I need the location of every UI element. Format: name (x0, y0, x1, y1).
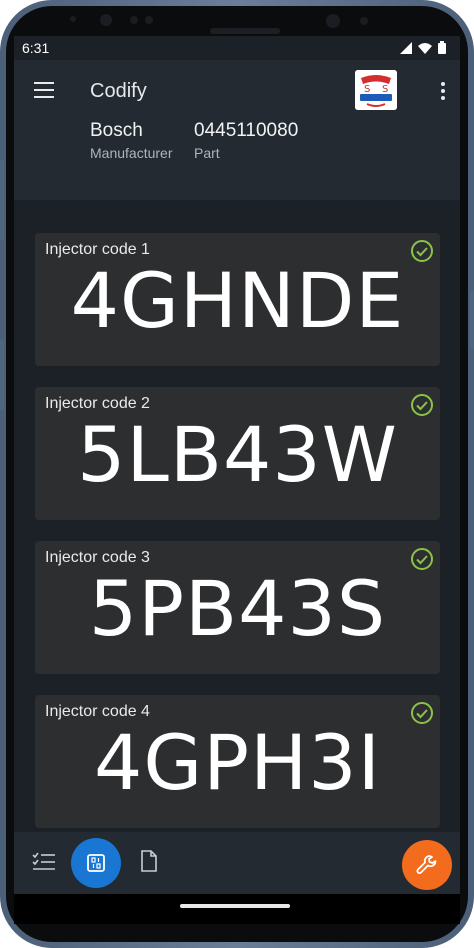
sensor-dot (130, 16, 138, 24)
more-vert-icon[interactable] (440, 82, 446, 102)
status-bar: 6:31 (14, 36, 460, 60)
status-time: 6:31 (22, 40, 50, 56)
part-label: Part (194, 145, 220, 161)
injector-card-1[interactable]: Injector code 1 4GHNDE (35, 233, 440, 366)
injector-code: 5LB43W (77, 410, 398, 499)
front-camera (100, 14, 112, 26)
injector-code-list: Injector code 1 4GHNDE Injector code 2 5… (14, 200, 460, 832)
part-value: 0445110080 (194, 120, 299, 141)
check-circle-icon (411, 240, 433, 262)
injector-code: 5PB43S (88, 564, 387, 653)
chip-icon (87, 854, 105, 872)
sensor-dot (360, 17, 368, 25)
check-circle-icon (411, 394, 433, 416)
signal-icon (400, 41, 412, 54)
battery-icon (438, 41, 446, 54)
injector-code: 4GPH3I (94, 718, 381, 807)
brand-logo: S S (355, 70, 397, 110)
injector-card-2[interactable]: Injector code 2 5LB43W (35, 387, 440, 520)
checklist-icon[interactable] (32, 852, 56, 872)
svg-text:S: S (382, 84, 388, 95)
document-icon[interactable] (140, 850, 158, 872)
manufacturer-label: Manufacturer (90, 145, 173, 161)
volume-button (0, 160, 4, 240)
check-circle-icon (411, 702, 433, 724)
codes-fab-button[interactable] (71, 838, 121, 888)
volume-down-button (0, 340, 4, 410)
injector-code: 4GHNDE (70, 256, 405, 345)
power-button (470, 290, 474, 350)
earpiece-speaker (210, 28, 280, 34)
svg-text:S: S (364, 84, 370, 95)
wrench-fab-button[interactable] (402, 840, 452, 890)
check-circle-icon (411, 548, 433, 570)
injector-card-4[interactable]: Injector code 4 4GPH3I (35, 695, 440, 828)
secondary-camera (326, 14, 340, 28)
sensor-dot (70, 16, 76, 22)
app-screen: 6:31 Codify S S Bosch Manufacturer 04451… (14, 36, 460, 894)
app-title: Codify (90, 80, 147, 102)
wifi-icon (418, 42, 432, 54)
bottom-app-bar (14, 832, 460, 894)
manufacturer-value: Bosch (90, 120, 143, 141)
phone-top-hardware (0, 10, 474, 36)
menu-icon[interactable] (34, 82, 54, 98)
part-info: 0445110080 Part (194, 120, 298, 161)
wrench-icon (416, 855, 437, 874)
home-indicator[interactable] (180, 904, 290, 908)
injector-card-3[interactable]: Injector code 3 5PB43S (35, 541, 440, 674)
sensor-dot (145, 16, 153, 24)
manufacturer-info: Bosch Manufacturer (90, 120, 172, 161)
status-icons (400, 41, 446, 54)
navigation-bar (14, 894, 460, 924)
app-bar: Codify S S Bosch Manufacturer 0445110080… (14, 60, 460, 200)
